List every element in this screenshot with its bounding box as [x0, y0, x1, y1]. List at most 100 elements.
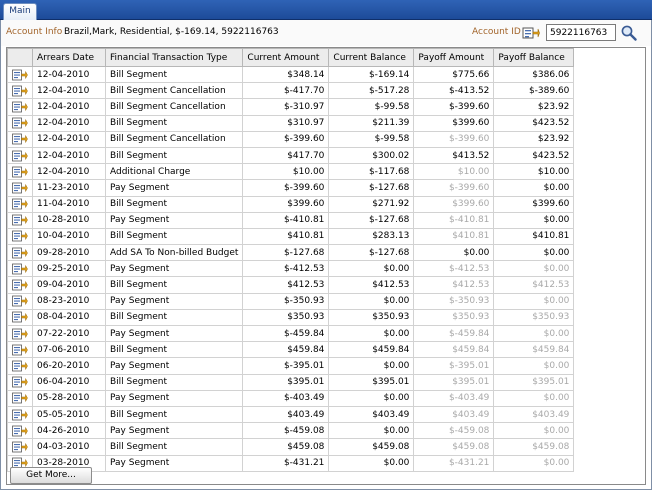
context-menu-icon[interactable]	[12, 328, 28, 339]
table-row[interactable]: 11-04-2010 Bill Segment $399.60 $271.92 $399…	[7, 195, 575, 213]
context-menu-icon[interactable]	[12, 376, 28, 388]
context-menu-icon[interactable]	[12, 166, 28, 178]
row-action-cell[interactable]	[7, 292, 33, 310]
row-action-cell[interactable]	[7, 211, 33, 229]
table-row[interactable]: 12-04-2010 Bill Segment Cancellation $-310…	[7, 98, 575, 116]
context-menu-icon[interactable]	[12, 279, 28, 291]
table-row[interactable]: 07-22-2010 Pay Segment $-459.84 $0.00 $-459.…	[7, 324, 575, 343]
row-action-cell[interactable]	[7, 163, 33, 181]
context-menu-icon[interactable]	[12, 150, 28, 161]
transaction-type-cell: Pay Segment	[104, 211, 244, 229]
arrears-date-cell: 12-04-2010	[32, 98, 106, 116]
table-row[interactable]: 12-04-2010 Bill Segment $417.70 $300.02 $413…	[7, 146, 575, 165]
row-action-cell[interactable]	[7, 146, 33, 165]
transaction-type-cell: Bill Segment Cancellation	[104, 130, 244, 148]
context-menu-icon[interactable]	[12, 214, 28, 226]
row-action-cell[interactable]	[7, 341, 33, 359]
row-action-cell[interactable]	[7, 260, 33, 278]
payoff-amount-cell: $-413.52	[413, 82, 495, 100]
row-action-cell[interactable]	[7, 308, 33, 327]
context-menu-icon[interactable]	[12, 247, 28, 259]
transaction-type-cell: Bill Segment	[104, 405, 244, 424]
transaction-type-cell: Additional Charge	[104, 163, 244, 181]
payoff-amount-cell: $395.01	[413, 373, 495, 391]
row-action-cell[interactable]	[7, 438, 33, 456]
arrears-date-cell: 06-20-2010	[32, 357, 106, 375]
payoff-balance-cell: $0.00	[493, 357, 575, 375]
row-action-cell[interactable]	[7, 82, 33, 100]
row-action-cell[interactable]	[7, 98, 33, 116]
table-row[interactable]: 10-28-2010 Pay Segment $-410.81 $-127.68 $-4…	[7, 211, 575, 229]
context-menu-icon[interactable]	[12, 441, 28, 453]
column-header[interactable]: Financial Transaction Type	[104, 48, 244, 67]
row-action-cell[interactable]	[7, 276, 33, 294]
context-menu-icon[interactable]	[12, 360, 28, 372]
row-action-cell[interactable]	[7, 244, 33, 262]
context-menu-icon[interactable]	[12, 101, 28, 113]
column-header[interactable]: Current Balance	[328, 48, 415, 67]
table-row[interactable]: 09-04-2010 Bill Segment $412.53 $412.53 $412…	[7, 276, 575, 294]
table-row[interactable]: 04-26-2010 Pay Segment $-459.08 $0.00 $-459.…	[7, 422, 575, 440]
row-action-cell[interactable]	[7, 195, 33, 213]
context-menu-icon[interactable]	[522, 25, 540, 41]
context-menu-icon[interactable]	[12, 409, 28, 420]
table-row[interactable]: 11-23-2010 Pay Segment $-399.60 $-127.68 $-3…	[7, 179, 575, 197]
context-menu-icon[interactable]	[12, 69, 28, 80]
table-row[interactable]: 12-04-2010 Additional Charge $10.00 $-117.6…	[7, 163, 575, 181]
table-row[interactable]: 12-04-2010 Bill Segment Cancellation $-399…	[7, 130, 575, 148]
table-row[interactable]: 06-04-2010 Bill Segment $395.01 $395.01 $395…	[7, 373, 575, 391]
table-row[interactable]: 08-04-2010 Bill Segment $350.93 $350.93 $350…	[7, 308, 575, 327]
current-balance-cell: $-117.68	[328, 163, 415, 181]
row-action-cell[interactable]	[7, 405, 33, 424]
row-action-cell[interactable]	[7, 373, 33, 391]
get-more-button[interactable]: Get More...	[10, 467, 92, 484]
transaction-type-cell: Pay Segment	[104, 454, 244, 472]
table-row[interactable]: 08-23-2010 Pay Segment $-350.93 $0.00 $-350.…	[7, 292, 575, 310]
table-row[interactable]: 04-03-2010 Bill Segment $459.08 $459.08 $459…	[7, 438, 575, 456]
column-header[interactable]: Payoff Amount	[413, 48, 495, 67]
context-menu-icon[interactable]	[12, 231, 28, 242]
context-menu-icon[interactable]	[12, 312, 28, 323]
context-menu-icon[interactable]	[12, 117, 28, 129]
column-header[interactable]: Current Amount	[242, 48, 330, 67]
row-action-cell[interactable]	[7, 422, 33, 440]
row-action-cell[interactable]	[7, 389, 33, 407]
table-row[interactable]: 06-20-2010 Pay Segment $-395.01 $0.00 $-395.…	[7, 357, 575, 375]
table-row[interactable]: 05-05-2010 Bill Segment $403.49 $403.49 $403…	[7, 405, 575, 424]
tab-main[interactable]: Main	[3, 3, 37, 20]
row-action-cell[interactable]	[7, 179, 33, 197]
table-row[interactable]: 09-28-2010 Add SA To Non-billed Budget $-1…	[7, 244, 575, 262]
context-menu-icon[interactable]	[12, 295, 28, 307]
context-menu-icon[interactable]	[12, 263, 28, 275]
payoff-amount-cell: $-399.60	[413, 130, 495, 148]
row-action-cell[interactable]	[7, 114, 33, 132]
context-menu-icon[interactable]	[12, 344, 28, 356]
row-action-cell[interactable]	[7, 227, 33, 246]
account-id-input[interactable]	[546, 24, 616, 41]
context-menu-icon[interactable]	[12, 182, 28, 194]
row-action-cell[interactable]	[7, 130, 33, 148]
context-menu-icon[interactable]	[12, 392, 28, 404]
arrears-date-cell: 11-04-2010	[32, 195, 106, 213]
table-row[interactable]: 07-06-2010 Bill Segment $459.84 $459.84 $459…	[7, 341, 575, 359]
table-row[interactable]: 03-28-2010 Pay Segment $-431.21 $0.00 $-431.…	[7, 454, 575, 472]
payoff-amount-cell: $403.49	[413, 405, 495, 424]
column-header[interactable]: Payoff Balance	[493, 48, 575, 67]
search-icon[interactable]	[620, 24, 638, 42]
current-balance-cell: $-127.68	[328, 211, 415, 229]
context-menu-icon[interactable]	[12, 425, 28, 437]
table-row[interactable]: 12-04-2010 Bill Segment $348.14 $-169.14 $77…	[7, 65, 575, 84]
table-row[interactable]: 10-04-2010 Bill Segment $410.81 $283.13 $410…	[7, 227, 575, 246]
table-row[interactable]: 12-04-2010 Bill Segment $310.97 $211.39 $399…	[7, 114, 575, 132]
table-row[interactable]: 05-28-2010 Pay Segment $-403.49 $0.00 $-403.…	[7, 389, 575, 407]
context-menu-icon[interactable]	[12, 85, 28, 97]
column-header[interactable]: Arrears Date	[32, 48, 106, 67]
payoff-balance-cell: $-389.60	[493, 82, 575, 100]
table-row[interactable]: 12-04-2010 Bill Segment Cancellation $-417…	[7, 82, 575, 100]
table-row[interactable]: 09-25-2010 Pay Segment $-412.53 $0.00 $-412.…	[7, 260, 575, 278]
row-action-cell[interactable]	[7, 324, 33, 343]
context-menu-icon[interactable]	[12, 198, 28, 210]
row-action-cell[interactable]	[7, 357, 33, 375]
context-menu-icon[interactable]	[12, 133, 28, 145]
row-action-cell[interactable]	[7, 65, 33, 84]
